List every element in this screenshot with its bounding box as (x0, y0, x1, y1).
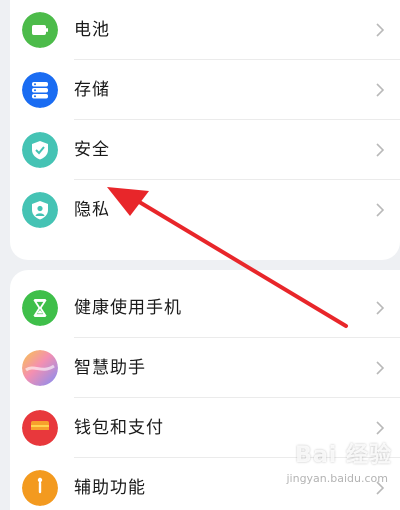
settings-row-label: 隐私 (74, 200, 110, 220)
chevron-right-icon (376, 203, 384, 217)
accessibility-icon (22, 470, 58, 506)
settings-row-smart-assistant[interactable]: 智慧助手 (10, 338, 400, 398)
settings-row-storage[interactable]: 存储 (10, 60, 400, 120)
chevron-right-icon (376, 301, 384, 315)
smart-assistant-icon (22, 350, 58, 386)
settings-row-label: 智慧助手 (74, 358, 146, 378)
chevron-right-icon (376, 83, 384, 97)
settings-row-label: 健康使用手机 (74, 298, 182, 318)
storage-icon (22, 72, 58, 108)
settings-row-label: 安全 (74, 140, 110, 160)
settings-row-label: 钱包和支付 (74, 418, 164, 438)
watermark-sub: jingyan.baidu.com (286, 472, 388, 485)
settings-row-digital-balance[interactable]: 健康使用手机 (10, 278, 400, 338)
shield-check-icon (22, 132, 58, 168)
battery-icon (22, 12, 58, 48)
wallet-icon (22, 410, 58, 446)
chevron-right-icon (376, 421, 384, 435)
chevron-right-icon (376, 23, 384, 37)
watermark: Bai 经验 (295, 443, 392, 468)
settings-row-label: 辅助功能 (74, 478, 146, 498)
settings-row-label: 存储 (74, 80, 110, 100)
settings-card-device: 电池 存储 安全 隐私 (10, 0, 400, 260)
chevron-right-icon (376, 361, 384, 375)
chevron-right-icon (376, 143, 384, 157)
settings-row-battery[interactable]: 电池 (10, 0, 400, 60)
settings-row-label: 电池 (74, 20, 110, 40)
hourglass-icon (22, 290, 58, 326)
privacy-shield-icon (22, 192, 58, 228)
settings-row-security[interactable]: 安全 (10, 120, 400, 180)
settings-row-privacy[interactable]: 隐私 (10, 180, 400, 240)
